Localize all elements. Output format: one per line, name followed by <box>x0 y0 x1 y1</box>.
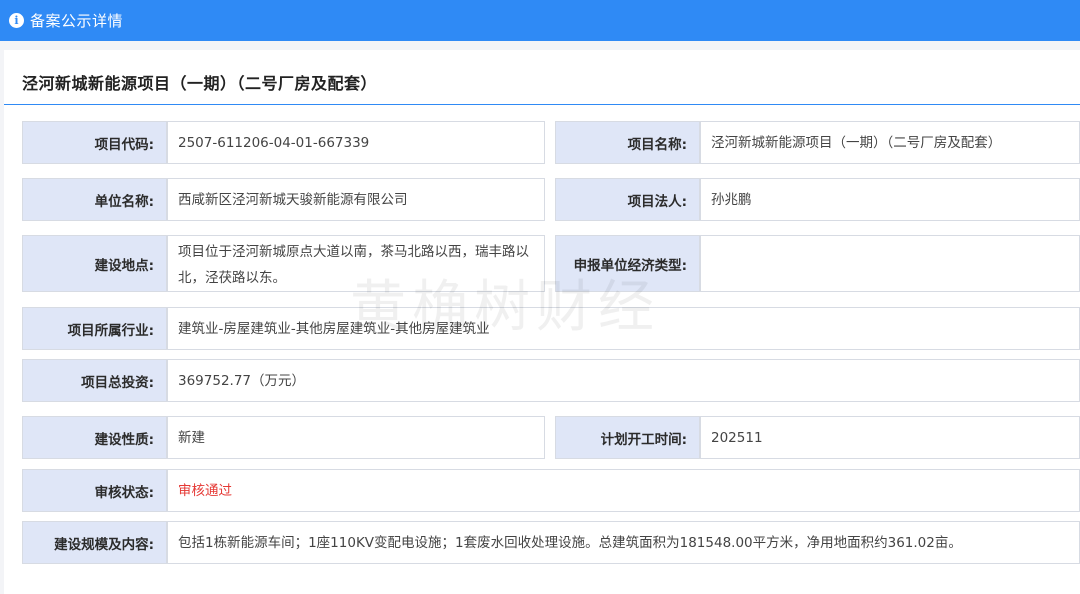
label-investment: 项目总投资: <box>22 359 167 402</box>
label-industry: 项目所属行业: <box>22 307 167 350</box>
label-project-code: 项目代码: <box>22 121 167 164</box>
value-scale: 包括1栋新能源车间；1座110KV变配电设施；1套废水回收处理设施。总建筑面积为… <box>167 521 1080 564</box>
title-divider <box>4 104 1080 105</box>
label-start-time: 计划开工时间: <box>555 416 700 459</box>
value-legal-person: 孙兆鹏 <box>700 178 1080 221</box>
label-nature: 建设性质: <box>22 416 167 459</box>
label-economic-type: 申报单位经济类型: <box>555 235 700 292</box>
label-location: 建设地点: <box>22 235 167 292</box>
label-scale: 建设规模及内容: <box>22 521 167 564</box>
page-header-title: 备案公示详情 <box>30 12 124 30</box>
value-investment: 369752.77（万元） <box>167 359 1080 402</box>
value-location: 项目位于泾河新城原点大道以南，茶马北路以西，瑞丰路以北，泾茯路以东。 <box>167 235 545 292</box>
project-title: 泾河新城新能源项目（一期）（二号厂房及配套） <box>22 74 378 93</box>
value-nature: 新建 <box>167 416 545 459</box>
value-industry: 建筑业-房屋建筑业-其他房屋建筑业-其他房屋建筑业 <box>167 307 1080 350</box>
value-review-status: 审核通过 <box>167 469 1080 512</box>
header-bar: i 备案公示详情 <box>0 0 1080 41</box>
value-project-code: 2507-611206-04-01-667339 <box>167 121 545 164</box>
label-review-status: 审核状态: <box>22 469 167 512</box>
label-legal-person: 项目法人: <box>555 178 700 221</box>
value-start-time: 202511 <box>700 416 1080 459</box>
label-project-name: 项目名称: <box>555 121 700 164</box>
label-unit-name: 单位名称: <box>22 178 167 221</box>
value-unit-name: 西咸新区泾河新城天骏新能源有限公司 <box>167 178 545 221</box>
info-icon: i <box>9 13 24 28</box>
value-economic-type <box>700 235 1080 292</box>
value-project-name: 泾河新城新能源项目（一期）（二号厂房及配套） <box>700 121 1080 164</box>
